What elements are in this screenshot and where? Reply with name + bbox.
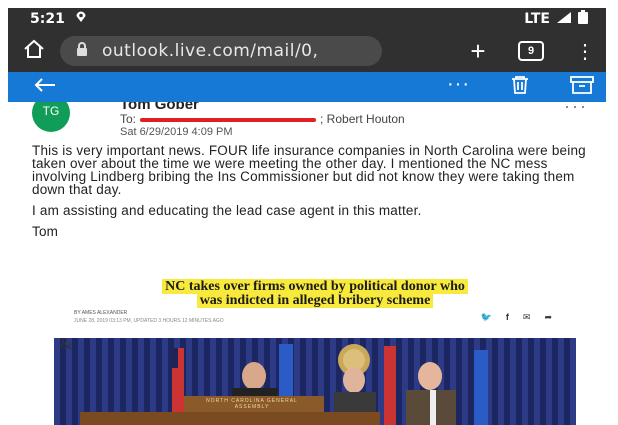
cc-recipient: ; Robert Houton [320,112,405,126]
signature: Tom [32,224,59,239]
back-arrow-icon [34,77,55,92]
email-share-icon: ✉ [522,312,531,322]
more-options-icon[interactable]: ··· [447,73,470,96]
article-headline: NC takes over firms owned by political d… [52,279,578,308]
signal-icon [556,11,572,28]
article-byline: BY AMES ALEXANDER [74,310,128,316]
browser-toolbar: outlook.live.com/mail/0, + 9 ⋮ [8,30,606,72]
sent-date: Sat 6/29/2019 4:09 PM [120,126,233,138]
overflow-menu-icon[interactable]: ⋮ [574,39,596,64]
twitter-icon: 🐦 [480,312,492,322]
article-dateline: JUNE 28, 2019 03:13 PM, UPDATED 3 HOURS … [74,318,224,324]
redacted-recipient [140,117,317,122]
new-tab-button[interactable]: + [458,36,498,67]
network-label: LTE [524,11,550,27]
battery-icon [578,10,588,28]
article-photo [54,338,576,425]
share-arrow-icon: ➦ [544,312,552,322]
tab-switcher-button[interactable]: 9 [518,41,544,61]
body-paragraph: I am assisting and educating the lead ca… [32,203,422,218]
home-icon [24,39,44,58]
headline-line-2: was indicted in alleged bribery scheme [196,293,434,308]
status-time: 5:21 [30,11,65,27]
decorative-ampersand: & [60,336,73,353]
location-icon [75,11,87,27]
headline-line-1: NC takes over firms owned by political d… [162,279,468,294]
message-more-icon[interactable]: ··· [564,102,588,117]
archive-button[interactable] [570,75,594,99]
address-bar[interactable]: outlook.live.com/mail/0, [60,36,382,66]
trash-icon [512,75,528,94]
to-label: To: [120,112,137,126]
url-text: outlook.live.com/mail/0, [102,41,319,61]
article-screenshot: NC takes over firms owned by political d… [52,270,578,425]
email-body: This is very important news. FOUR life i… [32,144,602,246]
share-icons: 🐦 f ✉ ➦ [481,312,552,323]
archive-icon [570,75,594,94]
mail-app-bar: ··· [8,72,606,102]
body-paragraph: This is very important news. FOUR life i… [32,143,586,197]
email-view: TG Tom Gober ··· To:; Robert Houton Sat … [8,102,606,425]
podium-text: NORTH CAROLINA GENERAL ASSEMBLY [206,398,298,410]
status-bar: 5:21 LTE [8,8,606,30]
lock-icon [76,41,88,61]
sender-avatar: TG [32,102,70,132]
recipients-line[interactable]: To: ; Robert Houton [120,112,405,126]
home-button[interactable] [8,39,60,64]
back-button[interactable] [34,77,56,98]
delete-button[interactable] [510,75,530,99]
facebook-icon: f [505,312,509,322]
